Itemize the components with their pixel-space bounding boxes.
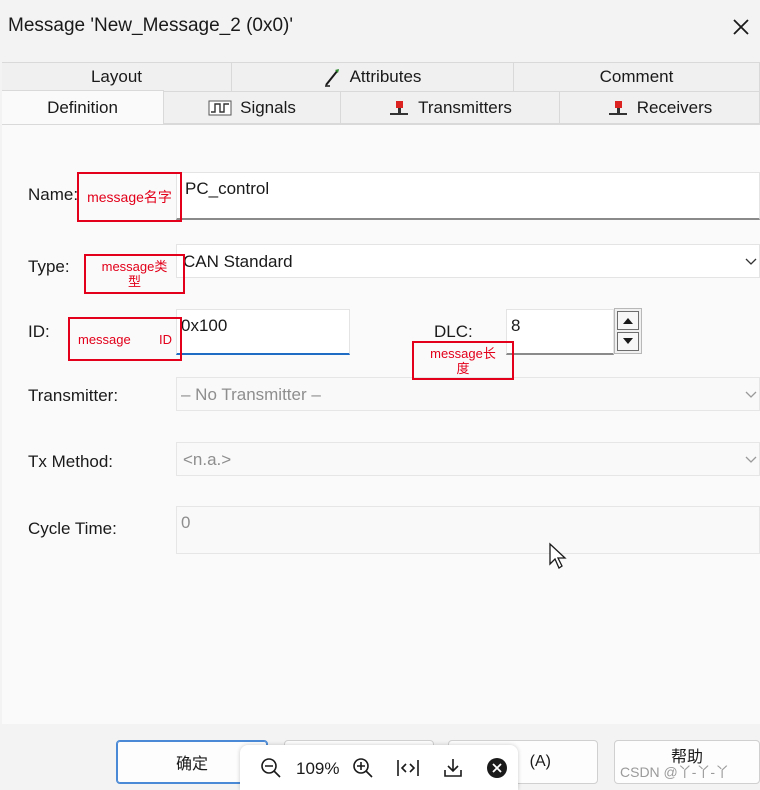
apply-button-label: (A) <box>529 753 551 770</box>
dlc-input[interactable]: 8 <box>506 309 614 355</box>
zoom-in-button[interactable] <box>352 757 374 779</box>
type-label: Type: <box>28 257 70 276</box>
type-value: CAN Standard <box>183 252 293 271</box>
message-dialog: Message 'New_Message_2 (0x0)' Layout Att… <box>0 0 760 790</box>
annotation-id-left: message <box>78 331 131 347</box>
close-button[interactable] <box>722 8 760 46</box>
chevron-down-icon <box>745 456 757 463</box>
receiver-icon <box>607 99 629 117</box>
annotation-type-text: message类型 <box>101 259 168 289</box>
tab-signals-label: Signals <box>240 97 296 117</box>
triangle-down-icon <box>623 338 633 344</box>
name-label: Name: <box>28 185 79 204</box>
annotation-id-right: ID <box>159 331 172 347</box>
name-value: PC_control <box>185 179 270 198</box>
chevron-down-icon <box>745 391 757 398</box>
chevron-down-icon <box>745 258 757 265</box>
tx-method-select[interactable]: <n.a.> <box>176 442 760 476</box>
tab-receivers-label: Receivers <box>636 97 713 117</box>
zoom-toolbar: 109% <box>240 745 518 790</box>
triangle-up-icon <box>623 318 633 324</box>
ok-button-label: 确定 <box>175 756 208 773</box>
tab-layout[interactable]: Layout <box>2 62 232 92</box>
annotation-name: message名字 <box>77 172 182 222</box>
dlc-spinner <box>614 308 642 354</box>
zoom-level: 109% <box>296 759 340 778</box>
dlc-label: DLC: <box>434 322 473 341</box>
dlc-value: 8 <box>511 316 521 335</box>
tab-definition-label: Definition <box>47 97 118 117</box>
tab-signals[interactable]: Signals <box>164 92 341 124</box>
cycle-time-input[interactable]: 0 <box>176 506 760 554</box>
annotation-id: message ID <box>68 317 182 361</box>
tab-comment[interactable]: Comment <box>514 62 760 92</box>
download-button[interactable] <box>442 757 464 779</box>
dialog-title: Message 'New_Message_2 (0x0)' <box>8 15 293 36</box>
annotation-type: message类型 <box>84 254 185 294</box>
signals-icon <box>208 100 232 116</box>
dlc-down-button[interactable] <box>617 332 639 351</box>
fit-width-icon <box>397 760 419 776</box>
annotation-dlc: message长度 <box>412 341 514 380</box>
tab-comment-label: Comment <box>599 67 674 86</box>
zoom-out-icon <box>261 758 281 778</box>
name-input[interactable]: PC_control <box>176 172 760 220</box>
zoom-out-button[interactable] <box>260 757 282 779</box>
transmitter-label: Transmitter: <box>28 386 119 405</box>
tab-definition[interactable]: Definition <box>2 90 164 124</box>
download-icon <box>444 759 462 777</box>
cycle-time-label: Cycle Time: <box>28 519 117 538</box>
transmitter-select[interactable]: – No Transmitter – <box>176 377 760 411</box>
tab-attributes-label: Attributes <box>349 67 422 86</box>
cycle-time-value: 0 <box>181 513 191 532</box>
annotation-dlc-text: message长度 <box>430 345 496 376</box>
transmitter-value: – No Transmitter – <box>181 385 321 404</box>
tx-method-label: Tx Method: <box>28 452 114 471</box>
tab-attributes[interactable]: Attributes <box>232 62 514 92</box>
title-bar: Message 'New_Message_2 (0x0)' <box>0 0 760 56</box>
tab-layout-label: Layout <box>90 67 143 86</box>
watermark: CSDN @丫-丫-丫 <box>620 764 730 780</box>
mouse-cursor-icon <box>549 542 567 569</box>
close-circle-icon <box>487 758 507 778</box>
zoom-in-icon <box>353 758 373 778</box>
id-label: ID: <box>28 322 50 341</box>
type-select[interactable]: CAN Standard <box>176 244 760 278</box>
tab-receivers[interactable]: Receivers <box>560 92 760 124</box>
id-value: 0x100 <box>181 316 228 335</box>
tab-transmitters-label: Transmitters <box>418 97 512 117</box>
attributes-icon <box>324 67 342 87</box>
dlc-up-button[interactable] <box>617 311 639 330</box>
transmitter-icon <box>388 99 410 117</box>
annotation-name-text: message名字 <box>87 188 172 205</box>
tab-transmitters[interactable]: Transmitters <box>341 92 560 124</box>
fit-width-button[interactable] <box>396 757 420 779</box>
id-input[interactable]: 0x100 <box>176 309 350 355</box>
close-icon <box>733 19 749 35</box>
close-toolbar-button[interactable] <box>486 757 508 779</box>
tx-method-value: <n.a.> <box>183 450 232 469</box>
